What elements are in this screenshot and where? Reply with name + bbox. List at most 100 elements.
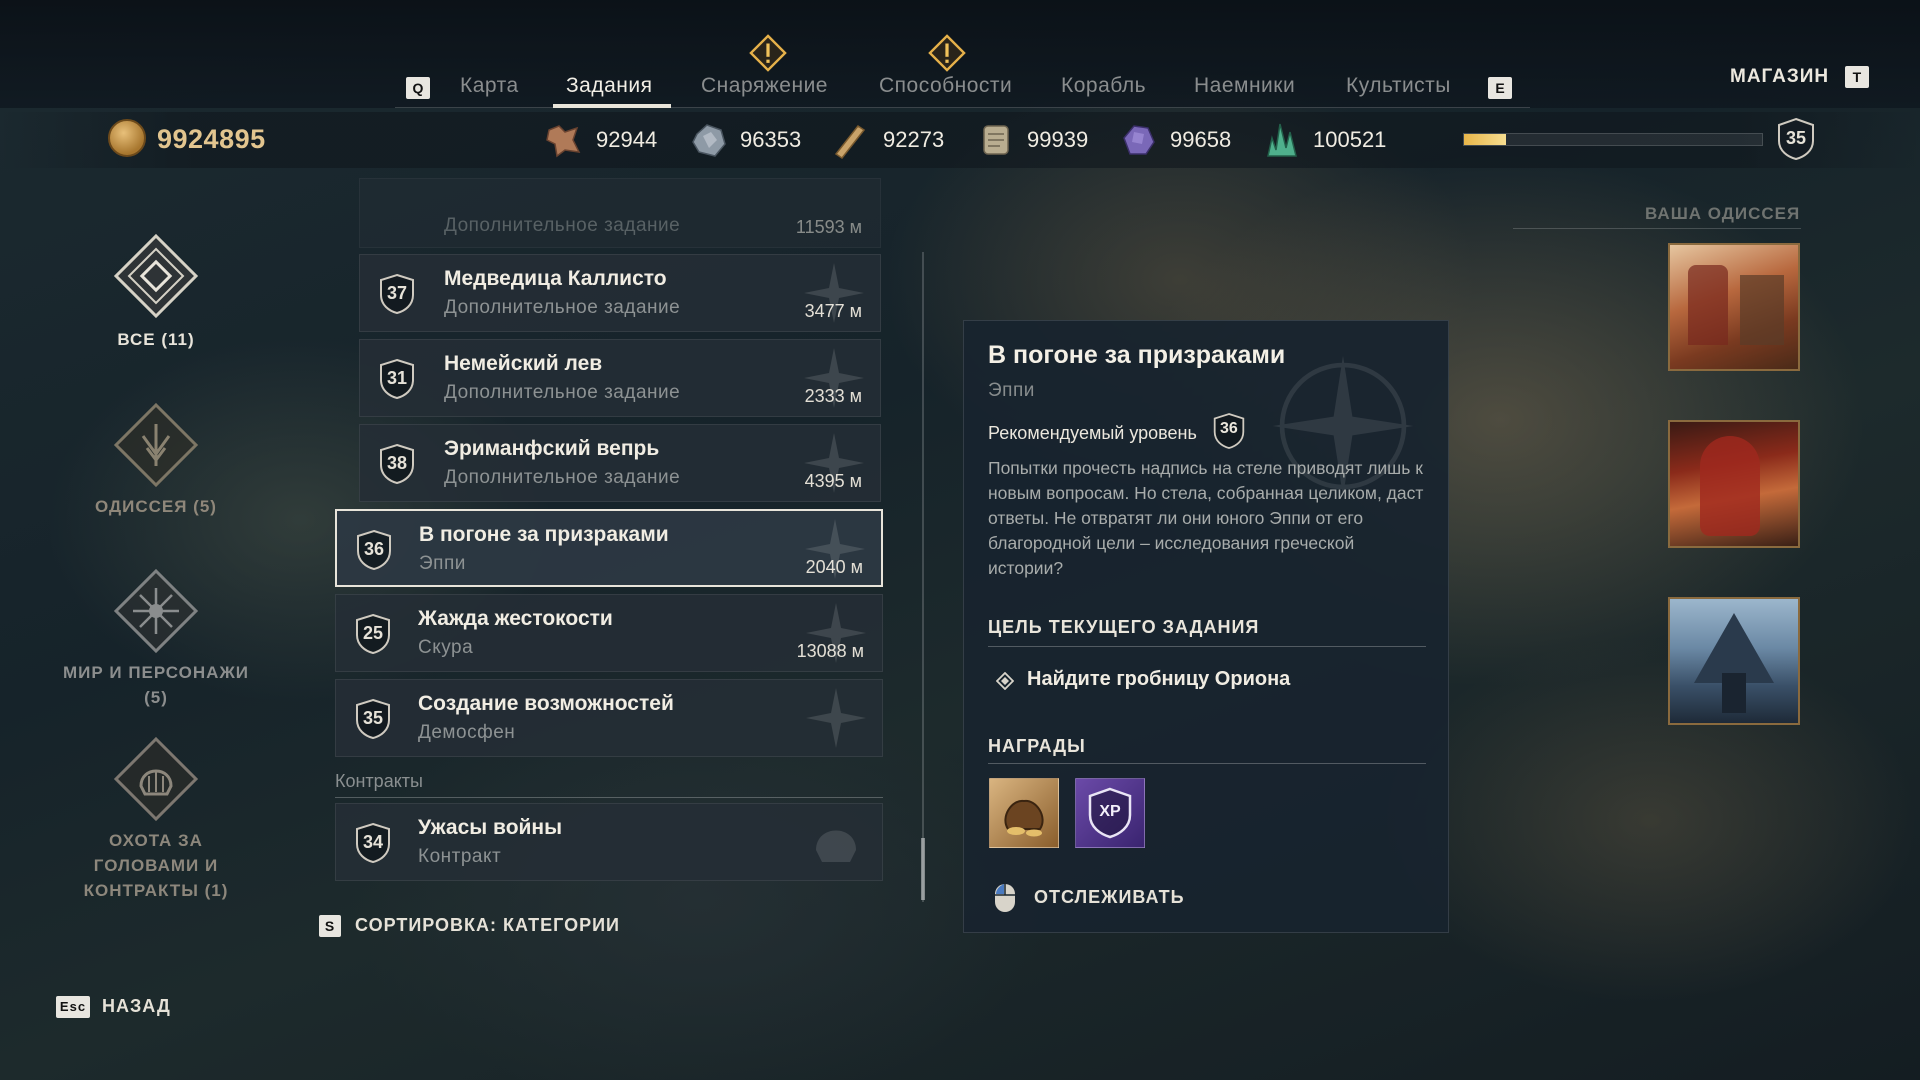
leather-count: 92944 (596, 127, 658, 152)
quest-subtitle: Дополнительное задание (444, 215, 681, 236)
quest-title: Создание возможностей (418, 692, 674, 715)
player-level-badge: 35 (1776, 117, 1816, 161)
prev-tab-key[interactable]: Q (406, 77, 430, 99)
category-all-label: ВСЕ (11) (117, 330, 195, 349)
wood-icon (834, 124, 866, 160)
xp-progress-bar (1463, 133, 1763, 146)
compass-watermark-icon (804, 433, 864, 493)
current-objective: Найдите гробницу Ориона (1027, 668, 1291, 690)
tab-quests[interactable]: Задания (566, 74, 653, 98)
quest-level: 37 (386, 283, 408, 303)
quest-card[interactable]: 38 Эриманфский вепрь Дополнительное зада… (359, 424, 881, 502)
quest-level: 38 (386, 453, 408, 473)
quest-subtitle: Дополнительное задание (444, 382, 681, 403)
next-tab-key[interactable]: E (1488, 77, 1512, 99)
objective-diamond-icon (996, 672, 1014, 690)
odyssey-label: ВАША ОДИССЕЯ (1645, 204, 1801, 223)
shop-button[interactable]: МАГАЗИН T (1730, 66, 1870, 88)
quest-description: Попытки прочесть надпись на стеле привод… (988, 458, 1424, 578)
contract-card[interactable]: 34 Ужасы войны Контракт (335, 803, 883, 881)
figure-shape (1700, 436, 1760, 536)
shelf-shape (1740, 275, 1784, 345)
tab-mercenaries[interactable]: Наемники (1194, 74, 1295, 98)
iron-ore-icon (692, 124, 726, 157)
obsidian-icon (1123, 125, 1155, 155)
compass-watermark-icon (804, 348, 864, 408)
all-quests-icon (113, 233, 199, 319)
tab-map[interactable]: Карта (460, 74, 519, 98)
category-world-label: МИР И ПЕРСОНАЖИ (5) (62, 663, 250, 707)
sort-button[interactable]: S СОРТИРОВКА: КАТЕГОРИИ (319, 915, 620, 937)
tab-ship[interactable]: Корабль (1061, 74, 1146, 98)
obsidian-count: 99658 (1170, 127, 1232, 152)
contracts-section-label: Контракты (335, 771, 423, 791)
quest-subtitle: Скура (418, 637, 474, 658)
quest-subtitle: Демосфен (418, 722, 516, 743)
odyssey-icon (113, 402, 199, 488)
quest-detail-giver: Эппи (988, 380, 1035, 401)
recommended-level-label: Рекомендуемый уровень (988, 422, 1197, 443)
quest-level: 34 (362, 832, 384, 852)
bronze-count: 99939 (1027, 127, 1089, 152)
quest-title: Эриманфский вепрь (444, 437, 660, 460)
quest-title: Медведица Каллисто (444, 267, 667, 290)
abilities-alert-icon (928, 34, 966, 72)
rewards-divider (988, 763, 1426, 764)
quest-title: Немейский лев (444, 352, 603, 375)
bronze-icon (983, 125, 1009, 155)
shop-key: T (1845, 66, 1870, 88)
compass-watermark-icon (806, 603, 866, 663)
back-button[interactable]: Esc НАЗАД (56, 996, 171, 1019)
iron-count: 96353 (740, 127, 802, 152)
reward-xp[interactable]: XP (1075, 778, 1145, 848)
tab-gear[interactable]: Снаряжение (701, 74, 828, 98)
tab-cultists[interactable]: Культисты (1346, 74, 1451, 98)
world-characters-icon (113, 568, 199, 654)
quest-card-partial[interactable]: Дополнительное задание 11593 м (359, 178, 881, 248)
quest-distance: 11593 м (795, 217, 862, 237)
odyssey-thumbnail[interactable] (1668, 597, 1800, 725)
quest-title: Жажда жестокости (418, 607, 613, 630)
odyssey-divider (1513, 228, 1801, 229)
gear-alert-icon (749, 34, 787, 72)
track-quest-button[interactable]: ОТСЛЕЖИВАТЬ (1034, 887, 1185, 908)
quest-title: Ужасы войны (418, 816, 563, 839)
quest-level: 35 (362, 708, 384, 728)
quest-card[interactable]: 25 Жажда жестокости Скура 13088 м (335, 594, 883, 672)
helmet-watermark-icon (816, 830, 856, 862)
crystal-count: 100521 (1313, 127, 1387, 152)
quest-subtitle: Дополнительное задание (444, 297, 681, 318)
reward-drachmae[interactable] (989, 778, 1059, 848)
quest-subtitle: Дополнительное задание (444, 467, 681, 488)
bounties-contracts-icon (113, 736, 199, 822)
quest-card[interactable]: 37 Медведица Каллисто Дополнительное зад… (359, 254, 881, 332)
recommended-level-badge: 36 (1212, 412, 1246, 450)
quest-card[interactable]: 35 Создание возможностей Демосфен (335, 679, 883, 757)
contracts-divider (335, 797, 883, 798)
quest-level: 25 (362, 623, 384, 643)
xp-progress-fill (1464, 134, 1506, 145)
quest-level: 31 (386, 368, 408, 388)
category-bounties-label: ОХОТА ЗА ГОЛОВАМИ И КОНТРАКТЫ (1) (83, 831, 229, 900)
recommended-level-row: Рекомендуемый уровень 36 (988, 412, 1246, 453)
drachmae-pouch-icon (1004, 799, 1044, 837)
esc-key: Esc (56, 996, 90, 1019)
sort-label: СОРТИРОВКА: КАТЕГОРИИ (355, 915, 620, 935)
shop-label: МАГАЗИН (1730, 66, 1830, 87)
drachma-icon (108, 119, 146, 157)
quest-list-scroll-thumb[interactable] (921, 838, 925, 900)
mouse-icon (995, 884, 1015, 912)
quest-card[interactable]: 31 Немейский лев Дополнительное задание … (359, 339, 881, 417)
quest-list-scrollbar[interactable] (922, 252, 924, 902)
pyramid-shape (1694, 613, 1774, 713)
compass-watermark-icon (805, 519, 865, 579)
quest-subtitle: Эппи (419, 553, 466, 574)
compass-watermark-icon (804, 263, 864, 323)
tab-abilities[interactable]: Способности (879, 74, 1012, 98)
wood-count: 92273 (883, 127, 945, 152)
odyssey-thumbnail[interactable] (1668, 243, 1800, 371)
quest-card-selected[interactable]: 36 В погоне за призраками Эппи 2040 м (335, 509, 883, 587)
figure-shape (1688, 265, 1728, 345)
back-label: НАЗАД (102, 996, 171, 1016)
odyssey-thumbnail[interactable] (1668, 420, 1800, 548)
